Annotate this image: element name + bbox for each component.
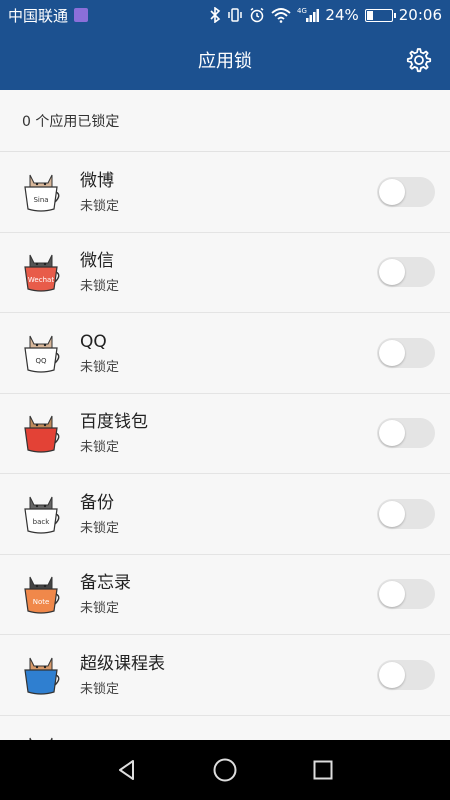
svg-text:back: back xyxy=(33,518,51,526)
page-title: 应用锁 xyxy=(198,51,252,72)
clock: 20:06 xyxy=(398,6,442,24)
app-icon: Note xyxy=(20,573,62,615)
back-icon xyxy=(119,760,134,780)
lock-toggle[interactable] xyxy=(377,337,435,368)
svg-text:Note: Note xyxy=(33,598,50,606)
bluetooth-icon xyxy=(209,7,221,23)
carrier-name: 中国联通 xyxy=(8,6,69,25)
app-row: Note 备忘录未锁定 xyxy=(0,554,450,635)
network-type: 4G xyxy=(297,7,307,15)
app-text: 微信 未锁定 xyxy=(80,250,119,294)
app-name: 微信 xyxy=(80,251,114,272)
app-icon xyxy=(20,654,62,696)
svg-text:Sina: Sina xyxy=(33,196,48,204)
app-text: 备忘录 未锁定 xyxy=(80,572,131,616)
toggle-knob xyxy=(379,259,405,286)
locked-summary: 0 个应用已锁定 xyxy=(0,90,450,152)
signal-icon: 4G xyxy=(297,7,320,23)
nav-home-button[interactable] xyxy=(212,757,238,783)
svg-text:Wechat: Wechat xyxy=(28,276,54,284)
app-row: 超级课程表 未锁定 xyxy=(0,635,450,716)
app-row: 百度钱包 未锁定 xyxy=(0,393,450,474)
home-icon xyxy=(213,758,237,782)
alarm-icon xyxy=(249,7,265,23)
navigation-bar xyxy=(0,740,450,800)
toggle-knob xyxy=(379,500,405,527)
app-icon: Wechat xyxy=(20,251,62,293)
nav-back-button[interactable] xyxy=(114,757,140,783)
app-name: QQ xyxy=(80,331,107,352)
lock-toggle[interactable] xyxy=(377,659,435,690)
status-left: 中国联通 xyxy=(8,5,89,26)
app-icon xyxy=(20,412,62,454)
status-bar: 中国联通 4G 24% 20:06 xyxy=(0,0,450,30)
app-lock-status: 未锁定 xyxy=(80,359,120,375)
app-lock-status: 未锁定 xyxy=(80,198,120,214)
app-row: QQ QQ 未锁定 xyxy=(0,313,450,394)
app-text: QQ 未锁定 xyxy=(80,331,119,375)
app-lock-status: 未锁定 xyxy=(80,279,120,295)
app-text: 百度钱包 未锁定 xyxy=(80,411,148,455)
battery-percent: 24% xyxy=(325,6,359,24)
app-lock-status: 未锁定 xyxy=(80,601,120,617)
app-row: Sina 微博未锁定 xyxy=(0,152,450,233)
app-row: Wechat 微信未锁定 xyxy=(0,232,450,313)
battery-icon xyxy=(364,8,396,22)
settings-button[interactable] xyxy=(404,46,432,74)
lock-toggle[interactable] xyxy=(377,176,435,207)
app-lock-status: 未锁定 xyxy=(80,440,120,456)
app-name: 备忘录 xyxy=(80,573,131,594)
app-text: 微博 未锁定 xyxy=(80,170,119,214)
app-name: 备份 xyxy=(80,492,114,513)
vibrate-icon xyxy=(227,7,243,23)
lock-toggle[interactable] xyxy=(377,498,435,529)
app-row: back 备份未锁定 xyxy=(0,474,450,555)
app-lock-status: 未锁定 xyxy=(80,520,120,536)
wifi-icon xyxy=(271,7,292,23)
app-list: Sina 微博 未锁定 Wechat 微信 未锁定 QQ QQ 未锁定 百度钱包 未锁定 back 备份… xyxy=(0,152,450,796)
gear-icon xyxy=(406,48,432,73)
gallery-notification-icon xyxy=(74,8,89,22)
toggle-knob xyxy=(379,661,405,688)
app-text: 超级课程表 未锁定 xyxy=(80,653,165,697)
app-name: 百度钱包 xyxy=(80,412,148,433)
lock-toggle[interactable] xyxy=(377,257,435,288)
toggle-knob xyxy=(379,581,405,608)
app-icon: back xyxy=(20,493,62,535)
toggle-knob xyxy=(379,178,405,205)
app-icon: Sina xyxy=(20,171,62,213)
app-icon: QQ xyxy=(20,332,62,374)
app-name: 微博 xyxy=(80,170,114,191)
app-name: 超级课程表 xyxy=(80,653,165,674)
app-text: 备份 未锁定 xyxy=(80,492,119,536)
app-lock-status: 未锁定 xyxy=(80,681,120,697)
lock-toggle[interactable] xyxy=(377,418,435,449)
lock-toggle[interactable] xyxy=(377,579,435,610)
locked-count-text: 0 个应用已锁定 xyxy=(22,113,120,130)
nav-recents-button[interactable] xyxy=(310,757,336,783)
svg-text:QQ: QQ xyxy=(35,357,47,365)
toggle-knob xyxy=(379,339,405,366)
status-right: 4G 24% 20:06 xyxy=(209,6,442,24)
recents-icon xyxy=(313,760,333,780)
app-bar: 应用锁 xyxy=(0,30,450,90)
toggle-knob xyxy=(379,420,405,447)
